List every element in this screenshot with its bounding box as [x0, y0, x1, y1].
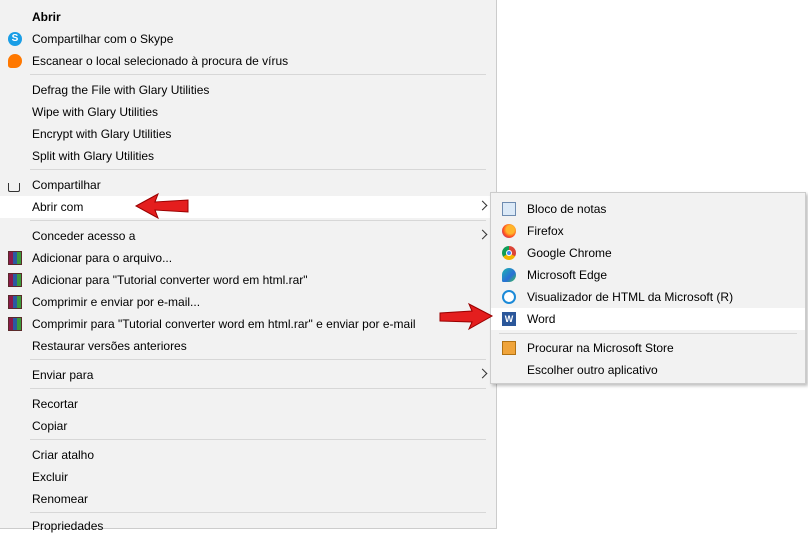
menu-item-abrir-com[interactable]: Abrir com — [0, 196, 496, 218]
open-with-choose-other[interactable]: Escolher outro aplicativo — [491, 359, 805, 381]
menu-item-label: Bloco de notas — [527, 202, 607, 216]
menu-item-label: Escolher outro aplicativo — [527, 363, 658, 377]
open-with-notepad[interactable]: Bloco de notas — [491, 198, 805, 220]
menu-item-label: Compartilhar — [32, 178, 101, 192]
menu-item-label: Conceder acesso a — [32, 229, 136, 243]
menu-item-label: Enviar para — [32, 368, 94, 382]
winrar-icon — [8, 317, 22, 331]
open-with-firefox[interactable]: Firefox — [491, 220, 805, 242]
menu-separator — [30, 388, 486, 389]
menu-item-rar-email-named[interactable]: Comprimir para "Tutorial converter word … — [0, 313, 496, 335]
annotation-arrow — [134, 192, 189, 220]
menu-item-label: Restaurar versões anteriores — [32, 339, 187, 353]
winrar-icon — [8, 251, 22, 265]
menu-item-label: Word — [527, 312, 556, 326]
menu-item-label: Encrypt with Glary Utilities — [32, 127, 172, 141]
menu-item-rar-add-named[interactable]: Adicionar para "Tutorial converter word … — [0, 269, 496, 291]
menu-item-restaurar-versoes[interactable]: Restaurar versões anteriores — [0, 335, 496, 357]
chevron-right-icon — [477, 200, 488, 211]
menu-item-rar-add[interactable]: Adicionar para o arquivo... — [0, 247, 496, 269]
menu-item-label: Copiar — [32, 419, 68, 433]
open-with-submenu: Bloco de notas Firefox Google Chrome Mic… — [490, 192, 806, 384]
winrar-icon — [8, 295, 22, 309]
open-with-edge[interactable]: Microsoft Edge — [491, 264, 805, 286]
menu-item-enviar-para[interactable]: Enviar para — [0, 364, 496, 386]
share-icon — [8, 183, 20, 192]
menu-separator — [30, 169, 486, 170]
menu-item-label: Procurar na Microsoft Store — [527, 341, 674, 355]
avast-icon — [8, 54, 22, 68]
menu-separator — [499, 333, 797, 334]
menu-item-renomear[interactable]: Renomear — [0, 488, 496, 510]
menu-separator — [30, 359, 486, 360]
edge-icon — [502, 268, 516, 282]
menu-separator — [30, 439, 486, 440]
menu-item-label: Renomear — [32, 492, 89, 506]
menu-item-label: Escanear o local selecionado à procura d… — [32, 54, 289, 68]
menu-item-scan-virus[interactable]: Escanear o local selecionado à procura d… — [0, 50, 496, 72]
ie-icon — [502, 290, 516, 304]
menu-item-compartilhar[interactable]: Compartilhar — [0, 174, 496, 196]
menu-item-label: Comprimir para "Tutorial converter word … — [32, 317, 416, 331]
menu-item-glary-encrypt[interactable]: Encrypt with Glary Utilities — [0, 123, 496, 145]
word-icon: W — [502, 312, 516, 326]
menu-item-label: Adicionar para o arquivo... — [32, 251, 173, 265]
menu-item-label: Abrir — [32, 10, 61, 24]
open-with-html-viewer[interactable]: Visualizador de HTML da Microsoft (R) — [491, 286, 805, 308]
menu-item-label: Recortar — [32, 397, 79, 411]
menu-item-label: Adicionar para "Tutorial converter word … — [32, 273, 308, 287]
menu-separator — [30, 512, 486, 513]
menu-item-abrir[interactable]: Abrir — [0, 6, 496, 28]
menu-item-excluir[interactable]: Excluir — [0, 466, 496, 488]
skype-icon: S — [8, 32, 22, 46]
menu-item-propriedades[interactable]: Propriedades — [0, 515, 496, 537]
store-icon — [502, 341, 516, 355]
menu-item-criar-atalho[interactable]: Criar atalho — [0, 444, 496, 466]
menu-item-label: Wipe with Glary Utilities — [32, 105, 159, 119]
open-with-store[interactable]: Procurar na Microsoft Store — [491, 337, 805, 359]
menu-item-label: Google Chrome — [527, 246, 612, 260]
winrar-icon — [8, 273, 22, 287]
menu-item-rar-email[interactable]: Comprimir e enviar por e-mail... — [0, 291, 496, 313]
menu-item-label: Criar atalho — [32, 448, 95, 462]
menu-item-conceder-acesso[interactable]: Conceder acesso a — [0, 225, 496, 247]
menu-item-glary-defrag[interactable]: Defrag the File with Glary Utilities — [0, 79, 496, 101]
menu-separator — [30, 74, 486, 75]
menu-item-label: Visualizador de HTML da Microsoft (R) — [527, 290, 734, 304]
menu-item-label: Defrag the File with Glary Utilities — [32, 83, 210, 97]
menu-item-glary-split[interactable]: Split with Glary Utilities — [0, 145, 496, 167]
menu-item-recortar[interactable]: Recortar — [0, 393, 496, 415]
menu-item-label: Microsoft Edge — [527, 268, 608, 282]
open-with-chrome[interactable]: Google Chrome — [491, 242, 805, 264]
open-with-word[interactable]: W Word — [491, 308, 805, 330]
menu-item-label: Propriedades — [32, 519, 104, 533]
menu-item-glary-wipe[interactable]: Wipe with Glary Utilities — [0, 101, 496, 123]
menu-item-label: Abrir com — [32, 200, 84, 214]
notepad-icon — [502, 202, 516, 216]
chrome-icon — [502, 246, 516, 260]
menu-item-label: Firefox — [527, 224, 564, 238]
firefox-icon — [502, 224, 516, 238]
chevron-right-icon — [477, 368, 488, 379]
menu-item-label: Excluir — [32, 470, 69, 484]
annotation-arrow — [439, 302, 494, 331]
menu-item-label: Split with Glary Utilities — [32, 149, 155, 163]
context-menu: Abrir S Compartilhar com o Skype Escanea… — [0, 0, 497, 533]
chevron-right-icon — [477, 229, 488, 240]
menu-separator — [30, 220, 486, 221]
menu-item-label: Compartilhar com o Skype — [32, 32, 174, 46]
menu-item-share-skype[interactable]: S Compartilhar com o Skype — [0, 28, 496, 50]
menu-item-label: Comprimir e enviar por e-mail... — [32, 295, 201, 309]
menu-item-copiar[interactable]: Copiar — [0, 415, 496, 437]
